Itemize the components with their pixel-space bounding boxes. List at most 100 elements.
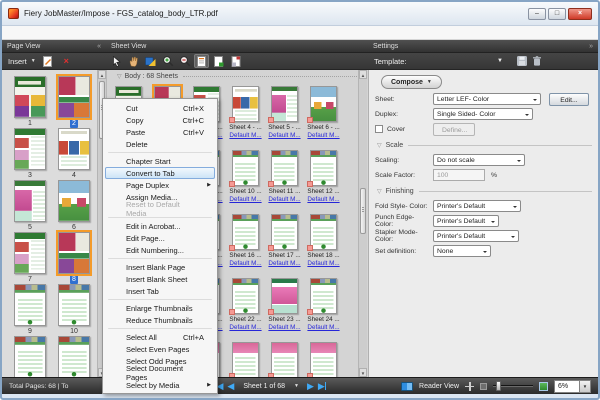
sheet-media-link[interactable]: Default M...: [307, 132, 339, 140]
context-menu-item[interactable]: Select Document Pages: [105, 367, 215, 379]
sheet-media-link[interactable]: Default M...: [307, 196, 339, 204]
context-menu-item[interactable]: Copy Ctrl+C: [105, 114, 215, 126]
sheet-media-link[interactable]: Default M...: [229, 196, 261, 204]
measure-tool-icon[interactable]: [143, 54, 158, 68]
context-menu-item[interactable]: Edit Page...: [105, 232, 215, 244]
zoom-slider-knob[interactable]: [496, 381, 501, 391]
sheet-thumbnail-cell[interactable]: Sheet 17 ... Default M...: [265, 212, 304, 276]
sheet-thumbnail[interactable]: [271, 278, 298, 314]
delete-page-icon[interactable]: ×: [59, 54, 74, 68]
page-content-view-icon[interactable]: [194, 54, 209, 68]
sheet-media-link[interactable]: Default M...: [268, 196, 300, 204]
page-thumbnail[interactable]: [58, 128, 90, 170]
sheet-thumbnail[interactable]: [271, 342, 298, 378]
scroll-up-icon[interactable]: ▲: [359, 70, 367, 79]
collapse-panel-icon[interactable]: «: [97, 43, 101, 50]
context-menu-item[interactable]: Enlarge Thumbnails: [105, 302, 215, 314]
define-cover-button[interactable]: Define...: [433, 123, 475, 136]
zoom-slider[interactable]: [493, 385, 533, 387]
page-thumbnail-cell[interactable]: 8: [52, 232, 96, 284]
body-section-header[interactable]: ▽ Body : 68 Sheets: [117, 73, 357, 80]
sheet-dropdown[interactable]: Letter LEF- Color: [433, 93, 541, 105]
sheet-thumbnail-cell[interactable]: Sheet 12 ... Default M...: [304, 148, 343, 212]
next-sheet-icon[interactable]: ▶: [307, 382, 314, 391]
page-thumbnail-cell[interactable]: 7: [8, 232, 52, 284]
save-template-icon[interactable]: [517, 56, 527, 66]
template-dropdown-icon[interactable]: ▼: [497, 58, 503, 64]
sheet-thumbnail[interactable]: [310, 150, 337, 186]
fit-to-window-icon[interactable]: [465, 382, 474, 391]
reader-view-button[interactable]: Reader View: [419, 383, 459, 390]
scale-factor-input[interactable]: 100: [433, 169, 485, 181]
sheet-thumbnail[interactable]: [310, 214, 337, 250]
sheet-thumbnail-cell[interactable]: Sheet 16 ... Default M...: [226, 212, 265, 276]
page-thumbnail[interactable]: [14, 284, 46, 326]
sheet-thumbnail[interactable]: [271, 86, 298, 122]
context-menu-item[interactable]: Chapter Start: [105, 155, 215, 167]
sheet-media-link[interactable]: Default M...: [229, 324, 261, 332]
zoom-level-combo[interactable]: 6% ▼: [554, 380, 591, 393]
page-thumbnail-cell[interactable]: 4: [52, 128, 96, 180]
select-tool-icon[interactable]: [109, 54, 124, 68]
cover-checkbox[interactable]: [375, 125, 383, 133]
page-thumbnail[interactable]: [14, 76, 46, 118]
insert-button[interactable]: Insert: [8, 57, 27, 66]
sheet-thumbnail[interactable]: [310, 278, 337, 314]
context-menu-item[interactable]: Convert to Tab: [105, 167, 215, 179]
context-menu-item[interactable]: Edit Numbering...: [105, 244, 215, 256]
previous-sheet-icon[interactable]: ◀: [227, 382, 234, 391]
preview-toggle-icon[interactable]: [539, 382, 548, 391]
sheet-thumbnail-cell[interactable]: Sheet 18 ... Default M...: [304, 212, 343, 276]
pan-hand-tool-icon[interactable]: [126, 54, 141, 68]
sheet-media-link[interactable]: Default M...: [268, 260, 300, 268]
sheet-media-link[interactable]: Default M...: [307, 324, 339, 332]
page-thumbnail-cell[interactable]: 10: [52, 284, 96, 336]
sheet-view-scroll-thumb[interactable]: [360, 188, 366, 234]
page-thumbnail[interactable]: [14, 180, 46, 222]
sheet-thumbnail[interactable]: [232, 214, 259, 250]
sheet-thumbnail[interactable]: [232, 150, 259, 186]
layout-view-red-icon[interactable]: [228, 54, 243, 68]
context-menu-item[interactable]: Edit in Acrobat...: [105, 220, 215, 232]
context-menu-item[interactable]: Insert Tab: [105, 285, 215, 297]
expand-panel-icon[interactable]: »: [589, 43, 593, 50]
sheet-media-link[interactable]: Default M...: [229, 132, 261, 140]
zoom-level-dropdown-icon[interactable]: ▼: [580, 380, 591, 393]
sheet-jump-dropdown-icon[interactable]: ▼: [294, 383, 299, 389]
delete-template-icon[interactable]: [533, 56, 541, 66]
page-thumbnail-cell[interactable]: 6: [52, 180, 96, 232]
page-thumbnail[interactable]: [14, 128, 46, 170]
sheet-thumbnail[interactable]: [310, 86, 337, 122]
page-thumbnail-cell[interactable]: 2: [52, 76, 96, 128]
collapse-finishing-icon[interactable]: ▽: [377, 188, 382, 195]
page-thumbnail[interactable]: [58, 336, 90, 378]
page-thumbnail[interactable]: [58, 180, 90, 222]
page-thumbnail-cell[interactable]: 3: [8, 128, 52, 180]
zoom-out-tool-icon[interactable]: [177, 54, 192, 68]
sheet-thumbnail[interactable]: [310, 342, 337, 378]
punch-edge-dropdown[interactable]: Printer's Default: [433, 215, 499, 227]
sheet-view-scrollbar[interactable]: ▲ ▼: [358, 70, 367, 377]
context-menu-item[interactable]: Insert Blank Page: [105, 261, 215, 273]
context-menu-item[interactable]: Page Duplex ▶: [105, 179, 215, 191]
sheet-thumbnail-cell[interactable]: Sheet 5 - ... Default M...: [265, 84, 304, 148]
scroll-up-icon[interactable]: ▲: [98, 70, 106, 79]
sheet-thumbnail-cell[interactable]: Sheet 6 - ... Default M...: [304, 84, 343, 148]
sheet-thumbnail-cell[interactable]: Sheet 11 ... Default M...: [265, 148, 304, 212]
page-thumbnail[interactable]: [14, 232, 46, 274]
sheet-media-link[interactable]: Default M...: [307, 260, 339, 268]
page-thumbnail-cell[interactable]: 5: [8, 180, 52, 232]
sheet-thumbnail[interactable]: [232, 278, 259, 314]
sheet-thumbnail-cell[interactable]: Sheet 22 ... Default M...: [226, 276, 265, 340]
sheet-media-link[interactable]: Default M...: [268, 132, 300, 140]
edit-sheet-button[interactable]: Edit...: [549, 93, 589, 106]
minimize-button[interactable]: –: [528, 8, 546, 20]
page-thumbnail[interactable]: [58, 76, 90, 118]
page-thumbnail-cell[interactable]: 1: [8, 76, 52, 128]
close-button[interactable]: ×: [568, 8, 592, 20]
context-menu-item[interactable]: Paste Ctrl+V: [105, 126, 215, 138]
context-menu-item[interactable]: Reset to Default Media: [105, 203, 215, 215]
insert-page-icon[interactable]: [40, 54, 55, 68]
sheet-thumbnail-cell[interactable]: Sheet 24 ... Default M...: [304, 276, 343, 340]
sheet-thumbnail-cell[interactable]: Sheet 10 ... Default M...: [226, 148, 265, 212]
